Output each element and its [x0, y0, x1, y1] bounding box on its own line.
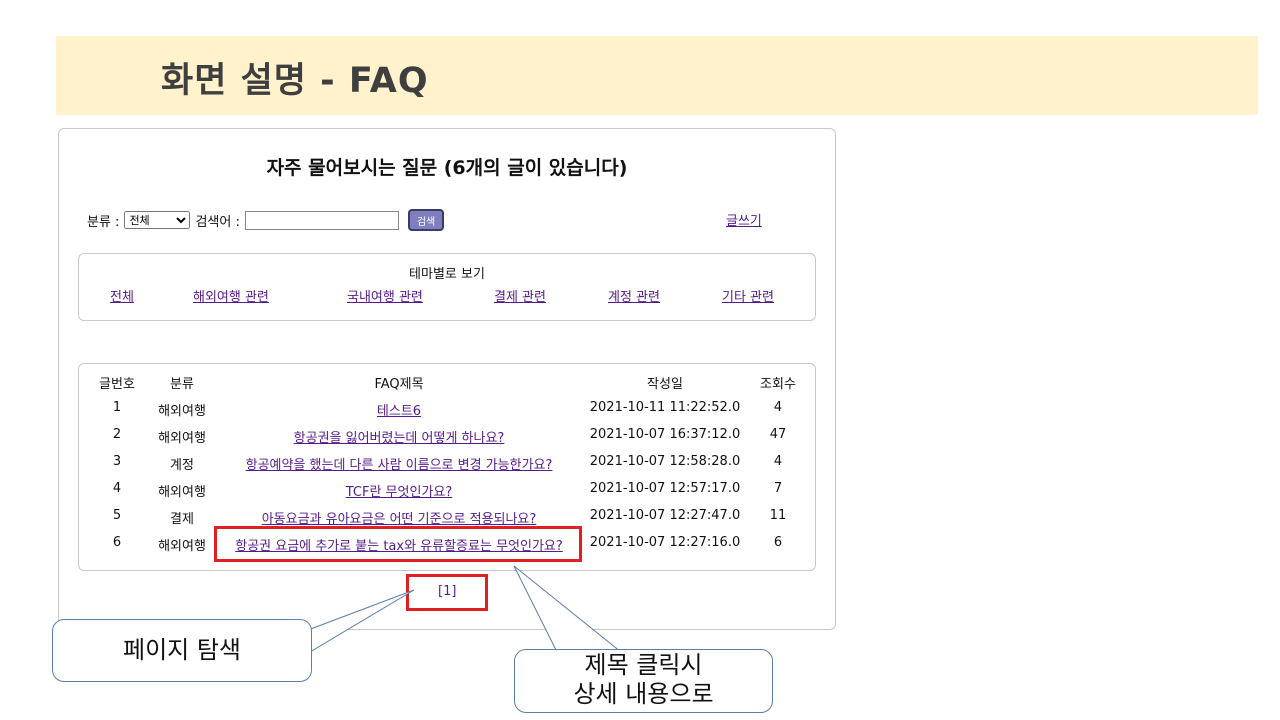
title-click-callout-line2: 상세 내용으로: [573, 680, 714, 708]
title-click-callout: 제목 클릭시 상세 내용으로: [514, 649, 773, 713]
title-click-callout-pointer: [513, 565, 623, 653]
page-nav-callout: 페이지 탐색: [52, 619, 312, 682]
page-nav-callout-pointer: [307, 589, 415, 653]
callout-pointers: [307, 565, 623, 653]
title-click-callout-line1: 제목 클릭시: [584, 651, 703, 679]
page-nav-callout-text: 페이지 탐색: [122, 636, 242, 664]
